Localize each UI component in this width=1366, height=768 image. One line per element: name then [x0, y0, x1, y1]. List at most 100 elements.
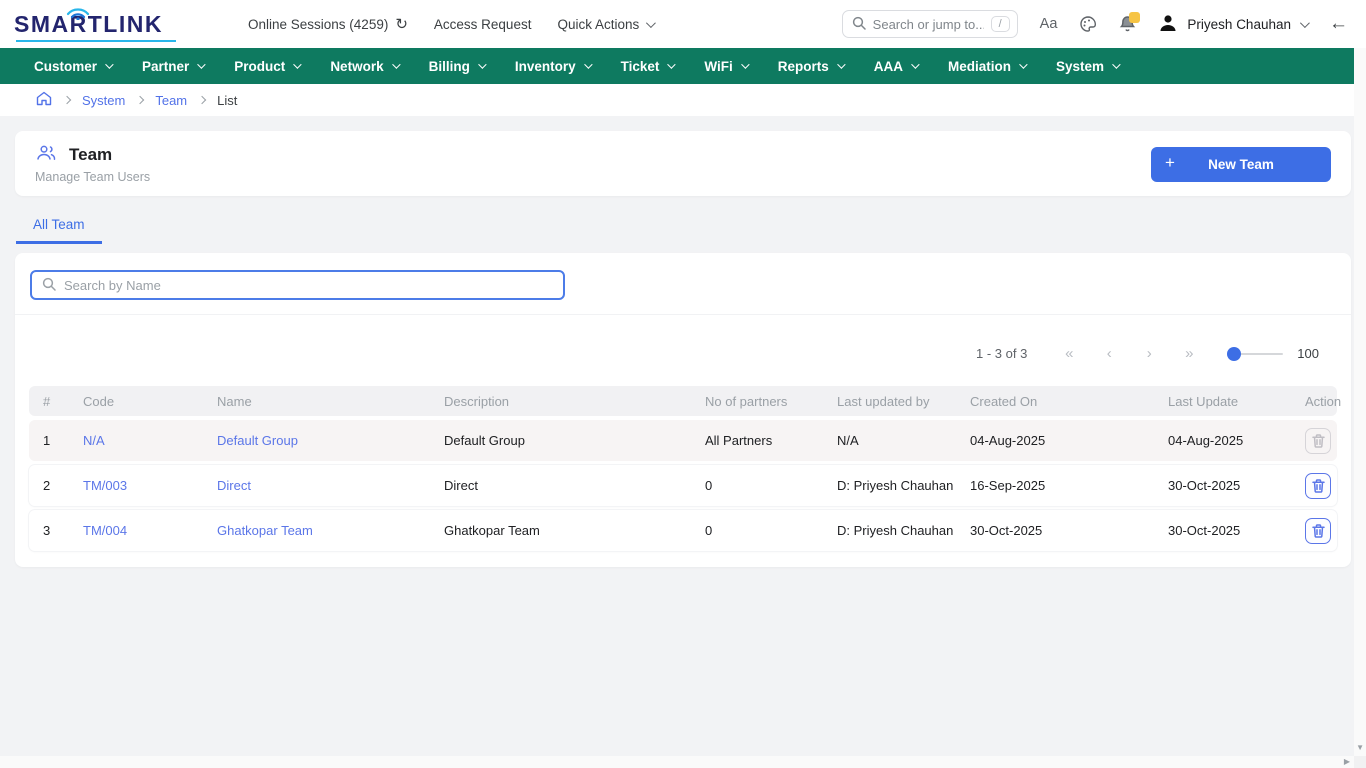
cell-partners: 0: [691, 478, 823, 493]
page-size-slider[interactable]: [1227, 347, 1283, 361]
chevron-down-icon: [741, 60, 749, 68]
horizontal-scrollbar[interactable]: [0, 756, 1366, 768]
page-size-value: 100: [1297, 346, 1319, 361]
chevron-down-icon: [646, 18, 656, 28]
scrollbar-corner: [1354, 756, 1366, 768]
cell-last-update: 30-Oct-2025: [1154, 523, 1291, 538]
smartlink-logo[interactable]: SMARTLINK: [14, 13, 190, 36]
nav-item-product[interactable]: Product: [234, 59, 299, 74]
refresh-icon[interactable]: ↻: [395, 15, 408, 33]
chevron-down-icon: [197, 60, 205, 68]
cell-updated-by: N/A: [823, 433, 956, 448]
col-header-last-update: Last Update: [1154, 394, 1291, 409]
online-sessions-label: Online Sessions (4259): [248, 17, 388, 32]
chevron-down-icon: [837, 60, 845, 68]
slash-key-hint: /: [991, 16, 1010, 32]
pagination-next-button[interactable]: ›: [1129, 345, 1169, 362]
nav-item-aaa[interactable]: AAA: [874, 59, 917, 74]
cell-name-link[interactable]: Default Group: [203, 433, 430, 448]
nav-item-system[interactable]: System: [1056, 59, 1118, 74]
table-header-row: # Code Name Description No of partners L…: [29, 386, 1337, 416]
cell-updated-by: D: Priyesh Chauhan: [823, 478, 956, 493]
pagination-first-button[interactable]: «: [1049, 345, 1089, 362]
global-search-input[interactable]: Search or jump to... /: [842, 10, 1018, 38]
pagination-prev-button[interactable]: ‹: [1089, 345, 1129, 362]
delete-team-button[interactable]: [1305, 518, 1331, 544]
slider-thumb[interactable]: [1227, 347, 1241, 361]
quick-actions-label: Quick Actions: [557, 17, 639, 32]
nav-item-reports[interactable]: Reports: [778, 59, 843, 74]
notifications-bell-icon[interactable]: [1119, 15, 1136, 33]
user-menu[interactable]: Priyesh Chauhan: [1158, 13, 1307, 36]
team-tabs: All Team: [15, 209, 1351, 244]
nav-item-network[interactable]: Network: [330, 59, 397, 74]
team-table: # Code Name Description No of partners L…: [29, 386, 1337, 551]
new-team-button[interactable]: + New Team: [1151, 147, 1331, 182]
col-header-created-on: Created On: [956, 394, 1154, 409]
chevron-down-icon: [293, 60, 301, 68]
access-request-label: Access Request: [434, 17, 532, 32]
chevron-down-icon: [392, 60, 400, 68]
nav-item-ticket[interactable]: Ticket: [621, 59, 674, 74]
cell-created-on: 16-Sep-2025: [956, 478, 1154, 493]
home-icon[interactable]: [36, 91, 52, 109]
cell-code-link[interactable]: TM/003: [69, 478, 203, 493]
nav-item-wifi[interactable]: WiFi: [704, 59, 746, 74]
global-search-placeholder: Search or jump to...: [873, 17, 984, 32]
delete-team-button[interactable]: [1305, 473, 1331, 499]
access-request-link[interactable]: Access Request: [434, 17, 532, 32]
cell-partners: 0: [691, 523, 823, 538]
col-header-index: #: [29, 394, 69, 409]
nav-item-billing[interactable]: Billing: [429, 59, 484, 74]
search-by-name-box: [30, 270, 565, 300]
chevron-down-icon: [105, 60, 113, 68]
new-team-button-label: New Team: [1208, 157, 1274, 172]
table-row: 2 TM/003 Direct Direct 0 D: Priyesh Chau…: [29, 465, 1337, 506]
font-size-toggle[interactable]: Aa: [1040, 16, 1058, 32]
col-header-code: Code: [69, 394, 203, 409]
cell-name-link[interactable]: Ghatkopar Team: [203, 523, 430, 538]
page-title: Team: [69, 145, 112, 165]
delete-team-button: [1305, 428, 1331, 454]
team-icon: [35, 144, 57, 165]
cell-last-update: 30-Oct-2025: [1154, 478, 1291, 493]
cell-created-on: 30-Oct-2025: [956, 523, 1154, 538]
chevron-down-icon: [1112, 60, 1120, 68]
cell-name-link[interactable]: Direct: [203, 478, 430, 493]
scroll-down-arrow-icon[interactable]: ▼: [1356, 744, 1364, 752]
logo-text: SMARTLINK: [14, 13, 190, 36]
search-by-name-input[interactable]: [64, 278, 553, 293]
vertical-scrollbar[interactable]: [1354, 0, 1366, 768]
cell-code-link[interactable]: TM/004: [69, 523, 203, 538]
pagination-last-button[interactable]: »: [1169, 345, 1209, 362]
nav-item-customer[interactable]: Customer: [34, 59, 111, 74]
cell-description: Ghatkopar Team: [430, 523, 691, 538]
col-header-updated-by: Last updated by: [823, 394, 956, 409]
nav-item-mediation[interactable]: Mediation: [948, 59, 1025, 74]
breadcrumb-team[interactable]: Team: [155, 93, 187, 108]
nav-item-inventory[interactable]: Inventory: [515, 59, 590, 74]
breadcrumb-system[interactable]: System: [82, 93, 125, 108]
cell-partners: All Partners: [691, 433, 823, 448]
back-arrow-icon[interactable]: ←: [1329, 13, 1348, 35]
page-subtitle: Manage Team Users: [35, 170, 150, 184]
cell-last-update: 04-Aug-2025: [1154, 433, 1291, 448]
table-row: 1 N/A Default Group Default Group All Pa…: [29, 420, 1337, 461]
search-icon: [852, 16, 866, 33]
chevron-down-icon: [1300, 18, 1310, 28]
main-navigation: Customer Partner Product Network Billing…: [0, 48, 1366, 84]
online-sessions[interactable]: Online Sessions (4259) ↻: [248, 15, 408, 33]
scroll-right-arrow-icon[interactable]: ▶: [1344, 758, 1350, 766]
search-icon: [42, 277, 56, 294]
cell-created-on: 04-Aug-2025: [956, 433, 1154, 448]
wifi-signal-icon: [65, 4, 91, 23]
team-list-card: 1 - 3 of 3 « ‹ › » 100 # Code Name Descr…: [15, 253, 1351, 567]
theme-palette-icon[interactable]: [1079, 15, 1097, 33]
tab-all-team[interactable]: All Team: [16, 209, 102, 244]
cell-code-link[interactable]: N/A: [69, 433, 203, 448]
breadcrumb-separator: [198, 96, 206, 104]
nav-item-partner[interactable]: Partner: [142, 59, 203, 74]
plus-icon: +: [1165, 153, 1175, 173]
main-content: Team Manage Team Users + New Team All Te…: [0, 116, 1366, 567]
quick-actions-menu[interactable]: Quick Actions: [557, 17, 653, 32]
